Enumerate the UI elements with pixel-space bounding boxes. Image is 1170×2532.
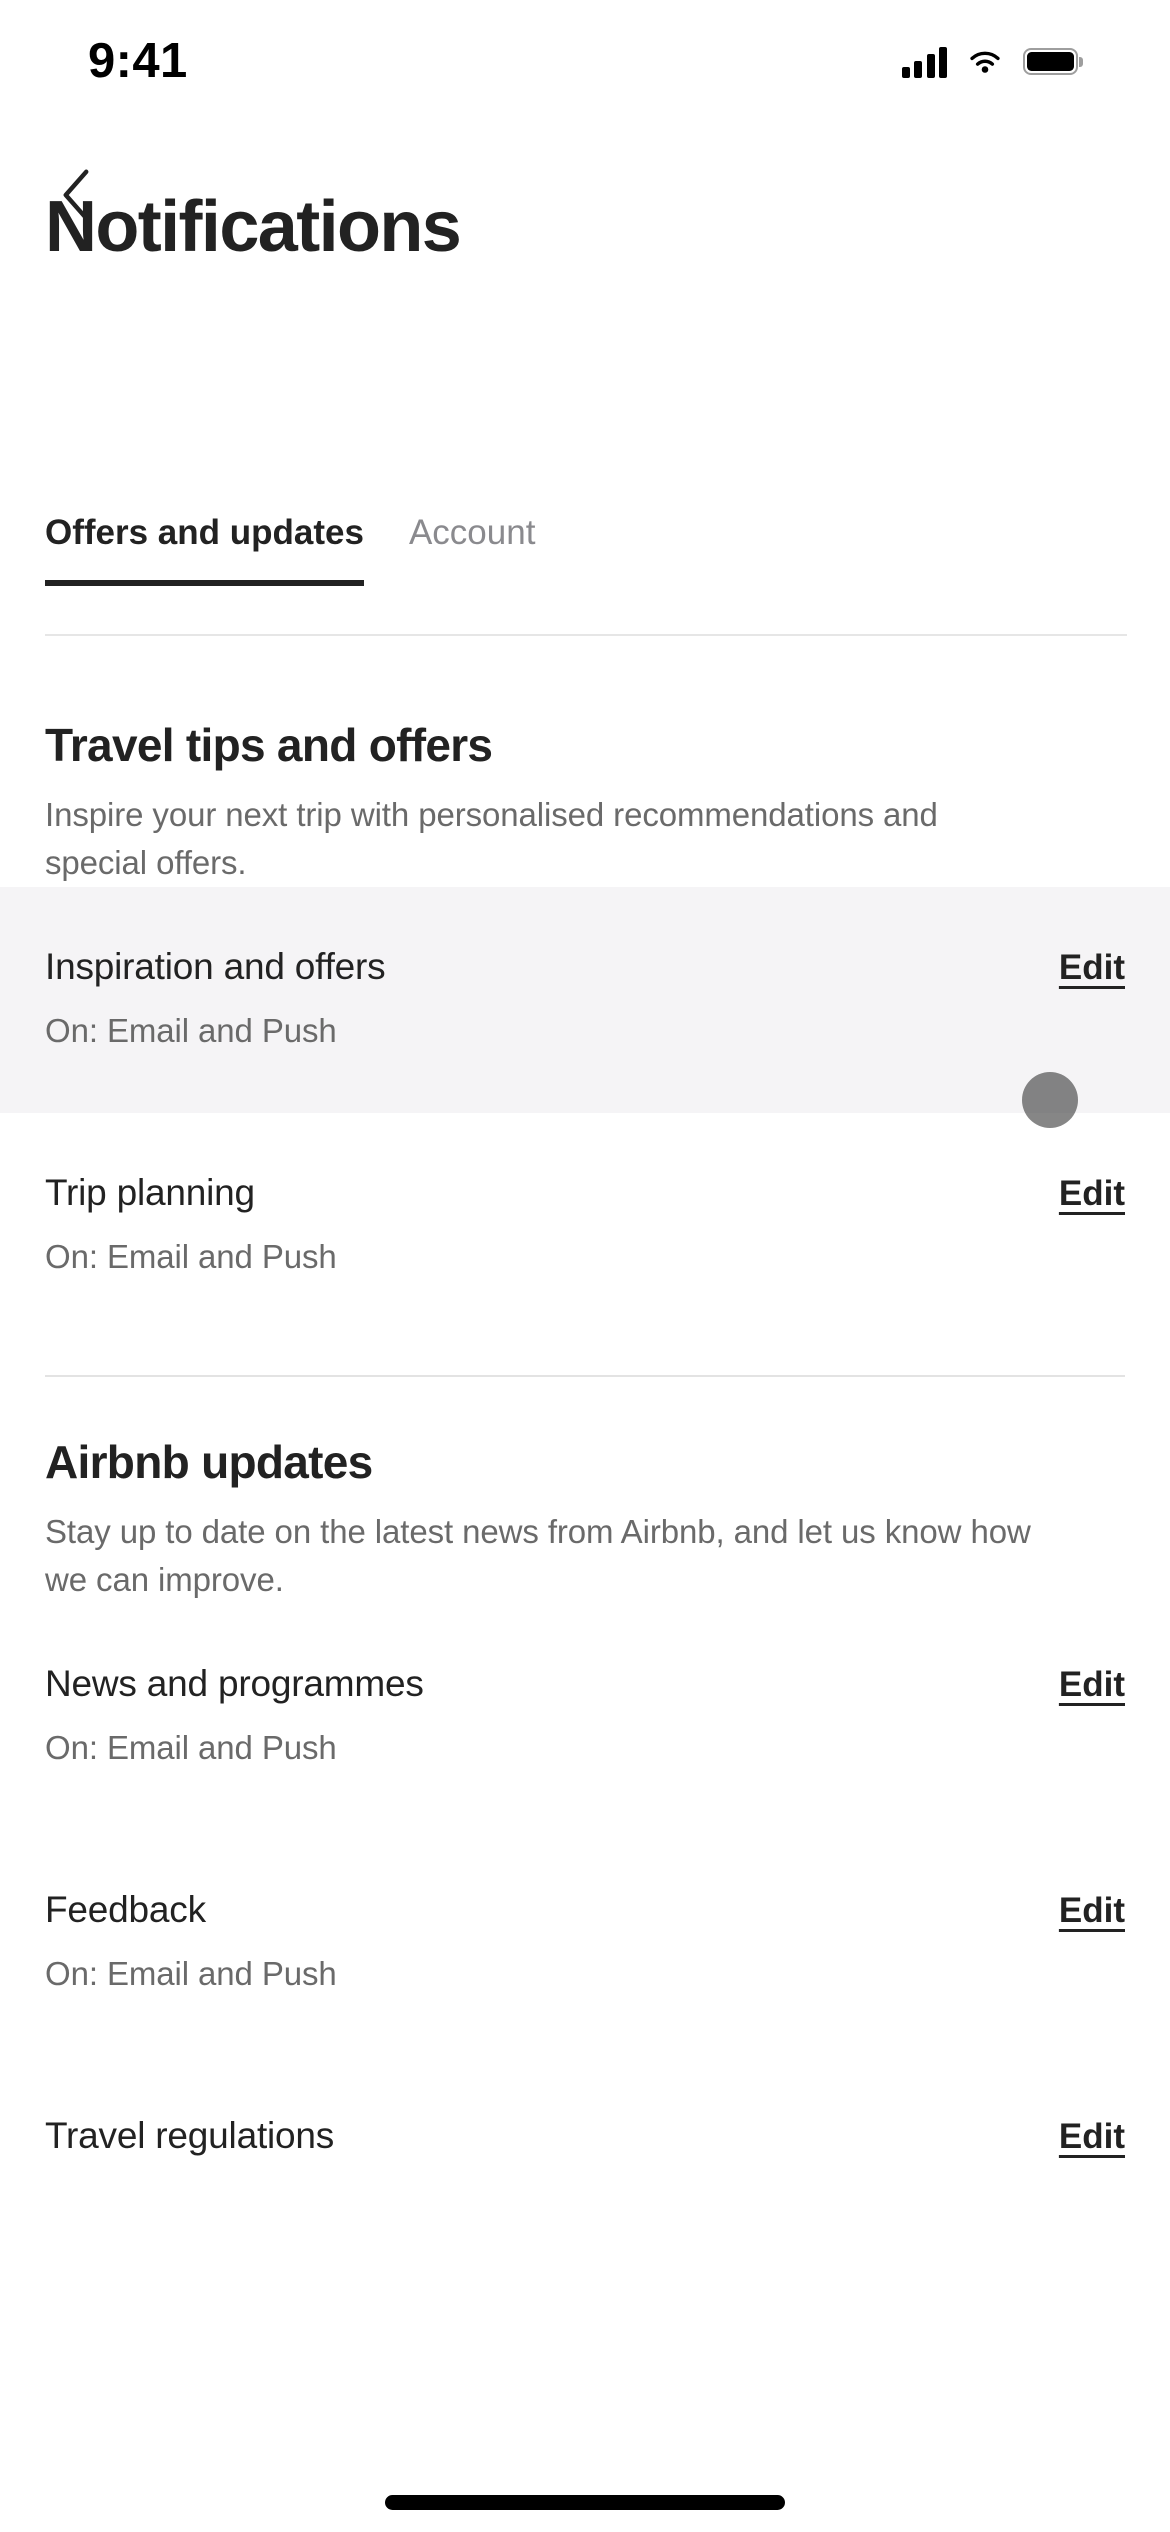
app-screen: 9:41 Notifications Offers and updates Ac… (0, 0, 1170, 2532)
edit-button[interactable]: Edit (1059, 2116, 1125, 2158)
home-indicator (385, 2495, 785, 2510)
notification-row-title: Feedback (45, 1888, 206, 1930)
notification-row[interactable]: Trip planning On: Email and Push Edit (0, 1113, 1170, 1339)
notification-row[interactable]: Inspiration and offers On: Email and Push… (0, 886, 1170, 1113)
section-description: Stay up to date on the latest news from … (45, 1513, 1031, 1598)
notification-row-text: News and programmes On: Email and Push (45, 1662, 424, 1768)
edit-button[interactable]: Edit (1059, 1890, 1125, 1932)
status-bar: 9:41 (0, 0, 1170, 105)
notification-row-status: On: Email and Push (45, 1238, 337, 1276)
notification-row-status: On: Email and Push (45, 1955, 337, 1993)
edit-button[interactable]: Edit (1059, 1173, 1125, 1215)
notification-row-text: Feedback On: Email and Push (45, 1888, 337, 1994)
settings-section: Airbnb updates Stay up to date on the lat… (0, 1377, 1170, 2236)
notification-row-text: Inspiration and offers On: Email and Push (45, 945, 386, 1051)
notification-row-status: On: Email and Push (45, 1012, 337, 1050)
notification-row-title: News and programmes (45, 1662, 424, 1704)
cellular-signal-icon (901, 46, 947, 78)
settings-section: Travel tips and offers Inspire your next … (0, 660, 1170, 1377)
notification-row[interactable]: News and programmes On: Email and Push Edi… (0, 1604, 1170, 1830)
wifi-icon (966, 47, 1004, 77)
battery-full-icon (1023, 48, 1078, 75)
notification-settings-list: Travel tips and offers Inspire your next … (0, 660, 1170, 2236)
section-header: Airbnb updates Stay up to date on the lat… (0, 1377, 1170, 1604)
section-title: Travel tips and offers (45, 719, 493, 771)
tab-bar-divider (45, 634, 1127, 636)
notification-row-text: Trip planning On: Email and Push (45, 1171, 337, 1277)
notification-row-text: Travel regulations (45, 2114, 334, 2158)
section-title: Airbnb updates (45, 1435, 373, 1488)
section-description: Inspire your next trip with personalised… (45, 796, 938, 882)
page-title: Notifications (45, 187, 462, 267)
status-bar-indicators (901, 28, 1078, 78)
tab-bar: Offers and updates Account (0, 487, 1170, 607)
section-header: Travel tips and offers Inspire your next … (0, 660, 1170, 887)
tab-offers-and-updates[interactable]: Offers and updates (45, 487, 364, 586)
notification-row-title: Inspiration and offers (45, 945, 386, 987)
notification-row[interactable]: Travel regulations Edit (0, 2056, 1170, 2236)
notification-row-status: On: Email and Push (45, 1729, 337, 1767)
edit-button[interactable]: Edit (1059, 947, 1125, 989)
notification-row-title: Travel regulations (45, 2114, 335, 2156)
tab-account[interactable]: Account (409, 487, 535, 580)
edit-button[interactable]: Edit (1059, 1664, 1125, 1706)
notification-row-title: Trip planning (45, 1171, 255, 1213)
status-bar-time: 9:41 (88, 34, 188, 88)
notification-row[interactable]: Feedback On: Email and Push Edit (0, 1830, 1170, 2056)
